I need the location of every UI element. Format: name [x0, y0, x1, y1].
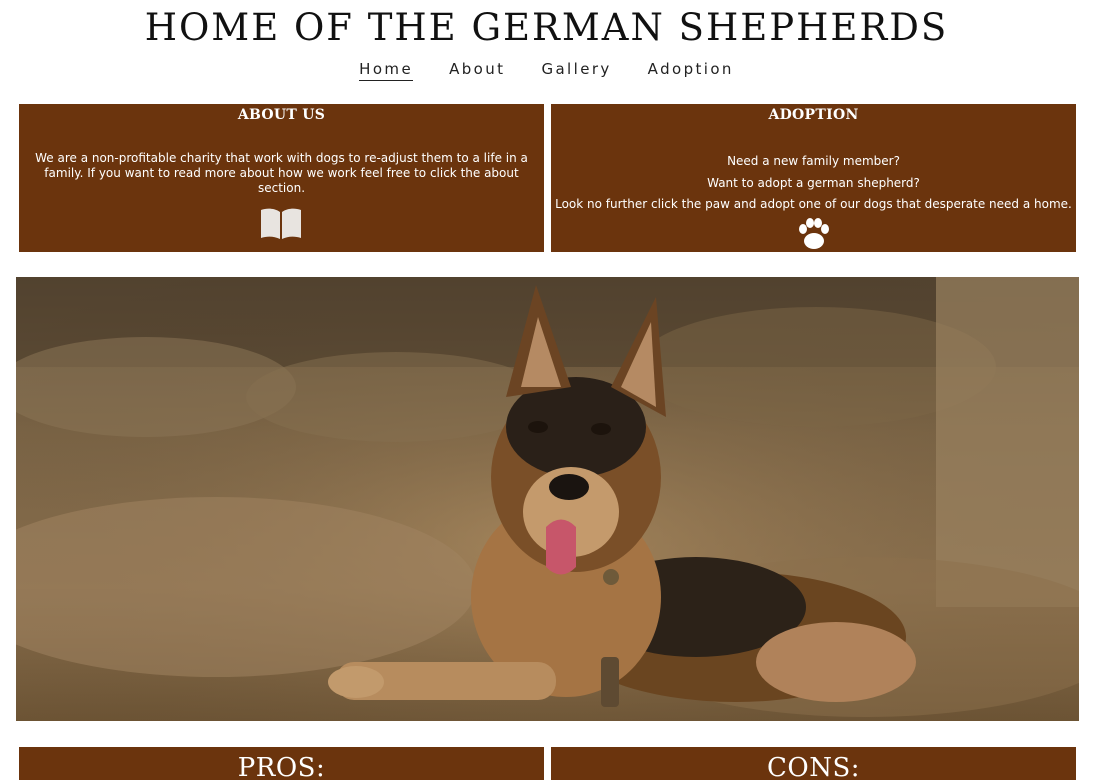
nav-adoption-link[interactable]: Adoption: [648, 60, 734, 81]
about-title: ABOUT US: [237, 107, 326, 123]
main-nav: Home About Gallery Adoption: [0, 60, 1093, 81]
nav-home-link[interactable]: Home: [359, 60, 414, 81]
cons-panel: CONS:: [551, 747, 1076, 780]
hero-image: [16, 277, 1079, 721]
adoption-title: ADOPTION: [768, 107, 859, 123]
nav-about-link[interactable]: About: [449, 60, 505, 81]
book-icon[interactable]: [260, 207, 302, 246]
cons-title: CONS:: [766, 753, 861, 780]
paw-icon[interactable]: [795, 217, 833, 256]
adoption-text: Need a new family member? Want to adopt …: [551, 151, 1076, 216]
adoption-line-3: Look no further click the paw and adopt …: [555, 197, 1072, 211]
pros-panel: PROS:: [19, 747, 544, 780]
adoption-line-1: Need a new family member?: [727, 154, 900, 168]
nav-gallery-link[interactable]: Gallery: [541, 60, 611, 81]
about-text: We are a non-profitable charity that wor…: [35, 151, 528, 195]
about-panel: ABOUT US We are a non-profitable charity…: [19, 104, 544, 252]
adoption-panel: ADOPTION Need a new family member? Want …: [551, 104, 1076, 252]
pros-title: PROS:: [237, 753, 326, 780]
site-title: HOME OF THE GERMAN SHEPHERDS: [144, 6, 949, 49]
adoption-line-2: Want to adopt a german shepherd?: [707, 175, 920, 190]
page: HOME OF THE GERMAN SHEPHERDS Home About …: [0, 0, 1093, 780]
